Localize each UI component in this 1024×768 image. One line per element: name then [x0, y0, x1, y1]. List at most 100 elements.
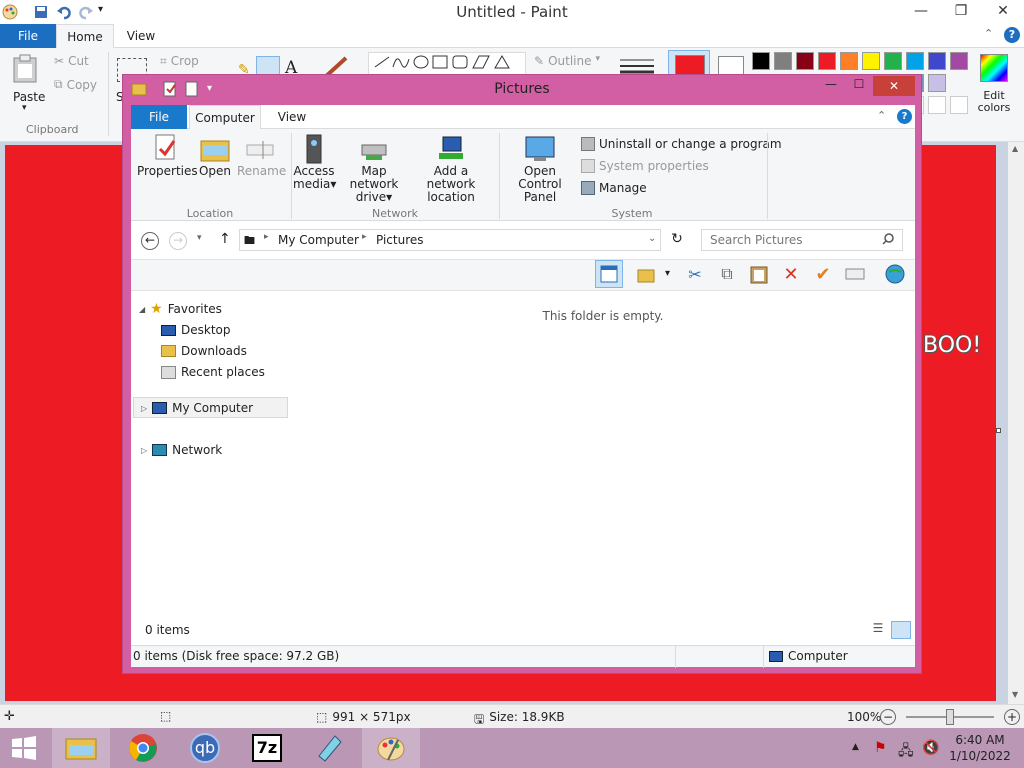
taskbar-file-explorer[interactable]: [52, 728, 110, 768]
nav-favorites[interactable]: ◢ ★ Favorites: [139, 301, 222, 317]
zoom-in-button[interactable]: +: [1004, 709, 1020, 725]
explorer-close-button[interactable]: ✕: [873, 76, 915, 96]
palette-swatch[interactable]: [928, 74, 946, 92]
nav-desktop[interactable]: Desktop: [161, 323, 231, 337]
search-input[interactable]: Search Pictures: [710, 233, 803, 247]
nav-my-computer[interactable]: ▷ My Computer: [141, 401, 253, 415]
cut-button[interactable]: ✂ Cut: [54, 54, 89, 68]
clock[interactable]: 6:40 AM 1/10/2022: [944, 732, 1016, 764]
explorer-help-icon[interactable]: ?: [897, 109, 912, 124]
new-folder-dropdown-icon[interactable]: ▾: [665, 268, 670, 279]
access-media-button[interactable]: Access media▾: [293, 133, 336, 191]
new-folder-icon[interactable]: [633, 260, 661, 288]
network-status-icon[interactable]: 🖧: [898, 740, 914, 764]
explorer-tab-view[interactable]: View: [269, 105, 315, 129]
taskbar-7zip[interactable]: 7z: [238, 728, 296, 768]
explorer-tab-computer[interactable]: Computer: [189, 105, 261, 130]
paint-tab-view[interactable]: View: [114, 24, 168, 48]
paint-tab-home[interactable]: Home: [56, 24, 114, 48]
paste-dropdown-icon[interactable]: ▾: [22, 103, 27, 113]
copy-button[interactable]: ⧉ Copy: [54, 77, 97, 92]
palette-swatch-empty[interactable]: [928, 96, 946, 114]
zoom-slider-thumb[interactable]: [946, 709, 954, 725]
collapse-arrow-icon[interactable]: ▷: [141, 446, 147, 455]
open-button[interactable]: Open: [195, 133, 235, 178]
taskbar-app[interactable]: [300, 728, 358, 768]
explorer-tab-file[interactable]: File: [131, 105, 187, 129]
refresh-icon[interactable]: ↻: [667, 231, 687, 251]
paint-restore-button[interactable]: ❐: [946, 0, 976, 22]
expand-arrow-icon[interactable]: ◢: [139, 305, 145, 314]
address-bar[interactable]: 🖿 ▸ My Computer ▸ Pictures ⌄: [239, 229, 661, 251]
palette-swatch[interactable]: [752, 52, 770, 70]
taskbar-qbittorrent[interactable]: qb: [176, 728, 234, 768]
breadcrumb-my-computer[interactable]: My Computer: [278, 233, 359, 247]
back-button[interactable]: ←: [141, 232, 159, 250]
open-control-panel-button[interactable]: Open Control Panel: [503, 133, 577, 204]
checkmark-icon[interactable]: ✔: [809, 260, 837, 288]
preview-pane-icon[interactable]: [595, 260, 623, 288]
zoom-out-button[interactable]: −: [880, 709, 896, 725]
palette-swatch[interactable]: [884, 52, 902, 70]
forward-button[interactable]: →: [169, 232, 187, 250]
search-icon[interactable]: [882, 233, 894, 245]
details-view-icon[interactable]: ☰: [869, 621, 887, 639]
explorer-minimize-button[interactable]: —: [819, 77, 843, 97]
explorer-ribbon-collapse-icon[interactable]: ⌃: [877, 109, 886, 122]
rename-icon[interactable]: [841, 260, 869, 288]
palette-swatch[interactable]: [840, 52, 858, 70]
breadcrumb-pictures[interactable]: Pictures: [376, 233, 424, 247]
paint-close-button[interactable]: ✕: [988, 0, 1018, 22]
start-button[interactable]: [0, 728, 48, 768]
paint-ribbon-collapse-icon[interactable]: ⌃: [984, 27, 993, 40]
scroll-down-icon[interactable]: ▼: [1012, 690, 1018, 699]
palette-swatch[interactable]: [906, 52, 924, 70]
nav-downloads[interactable]: Downloads: [161, 344, 247, 358]
crop-button[interactable]: ⌗ Crop: [160, 54, 199, 69]
palette-swatch[interactable]: [774, 52, 792, 70]
paint-tab-file[interactable]: File: [0, 24, 56, 48]
cut-icon[interactable]: ✂: [681, 260, 709, 288]
add-network-location-button[interactable]: Add a network location: [413, 133, 489, 204]
palette-swatch[interactable]: [928, 52, 946, 70]
taskbar-chrome[interactable]: [114, 728, 172, 768]
paste-icon[interactable]: [12, 54, 40, 84]
palette-swatch[interactable]: [796, 52, 814, 70]
paint-help-icon[interactable]: ?: [1004, 27, 1020, 43]
explorer-maximize-button[interactable]: ☐: [847, 77, 871, 97]
scroll-up-icon[interactable]: ▲: [1012, 144, 1018, 153]
file-list-pane[interactable]: This folder is empty.: [291, 291, 915, 641]
edit-colors-button[interactable]: Edit colors: [972, 90, 1016, 114]
globe-icon[interactable]: [881, 260, 909, 288]
canvas-resize-handle[interactable]: [996, 428, 1001, 433]
action-center-icon[interactable]: ⚑: [874, 740, 887, 756]
palette-swatch[interactable]: [818, 52, 836, 70]
palette-swatch[interactable]: [862, 52, 880, 70]
paste-icon[interactable]: [745, 260, 773, 288]
palette-swatch-empty[interactable]: [950, 96, 968, 114]
search-box[interactable]: Search Pictures: [701, 229, 903, 251]
volume-muted-icon[interactable]: 🔇: [922, 740, 939, 756]
delete-icon[interactable]: ✕: [777, 260, 805, 288]
copy-icon[interactable]: ⧉: [713, 260, 741, 288]
uninstall-program-button[interactable]: Uninstall or change a program: [581, 137, 782, 151]
palette-swatch[interactable]: [950, 52, 968, 70]
show-hidden-icons-button[interactable]: ▲: [852, 742, 859, 752]
rename-button[interactable]: Rename: [237, 133, 286, 178]
recent-locations-dropdown-icon[interactable]: ▾: [197, 233, 202, 243]
collapse-arrow-icon[interactable]: ▷: [141, 404, 147, 413]
size-icon[interactable]: [620, 56, 654, 76]
up-button[interactable]: ↑: [219, 231, 231, 247]
nav-recent-places[interactable]: Recent places: [161, 365, 265, 379]
nav-network[interactable]: ▷ Network: [141, 443, 222, 457]
map-network-drive-button[interactable]: Map network drive▾: [337, 133, 411, 204]
address-dropdown-icon[interactable]: ⌄: [648, 233, 656, 244]
large-icons-view-icon[interactable]: [891, 621, 911, 639]
manage-button[interactable]: Manage: [581, 181, 647, 195]
system-properties-button[interactable]: System properties: [581, 159, 709, 173]
taskbar-paint[interactable]: [362, 728, 420, 768]
paste-button[interactable]: Paste: [13, 90, 45, 104]
paint-vertical-scrollbar[interactable]: ▲ ▼: [1008, 142, 1024, 704]
edit-colors-icon[interactable]: [980, 54, 1008, 82]
outline-dropdown[interactable]: ✎ Outline ▾: [534, 54, 600, 68]
